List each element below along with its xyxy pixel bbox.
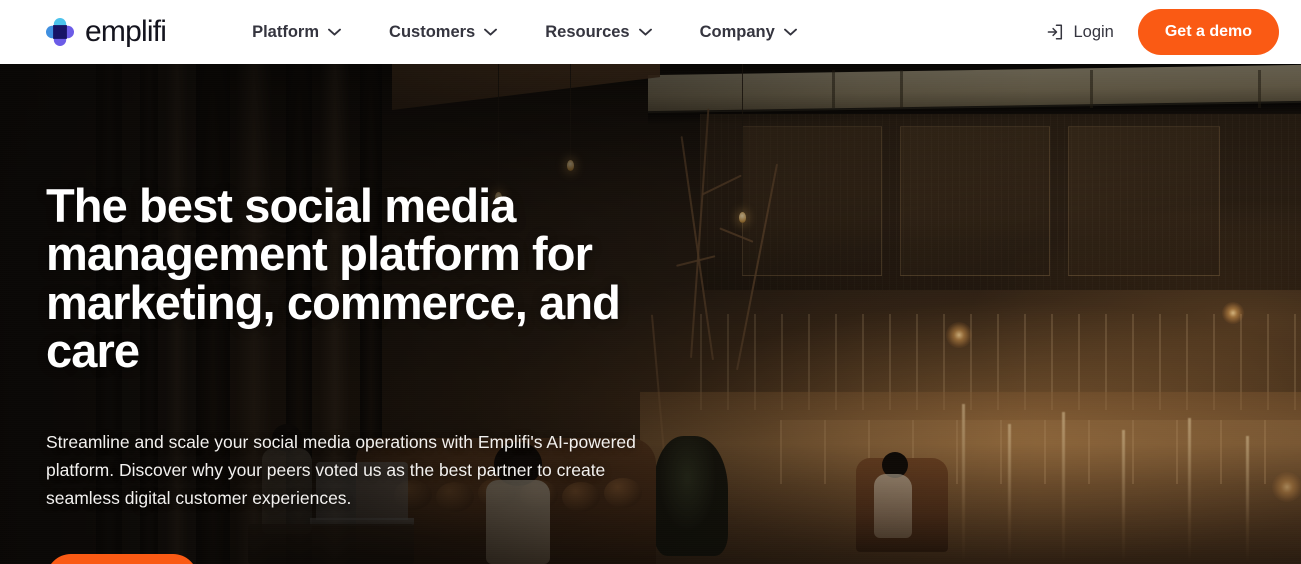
hero-content: The best social media management platfor… bbox=[46, 128, 666, 564]
login-icon bbox=[1048, 24, 1063, 40]
chevron-down-icon bbox=[783, 28, 797, 36]
nav-item-platform[interactable]: Platform bbox=[252, 24, 341, 41]
hero-section: The best social media management platfor… bbox=[0, 64, 1301, 564]
nav-item-company[interactable]: Company bbox=[700, 24, 797, 41]
get-a-demo-button-header[interactable]: Get a demo bbox=[1137, 9, 1279, 55]
nav-label: Platform bbox=[252, 22, 320, 41]
nav-label: Resources bbox=[545, 22, 630, 41]
emplifi-clover-logo-icon bbox=[46, 18, 74, 46]
chevron-down-icon bbox=[484, 28, 498, 36]
header-actions: Login Get a demo bbox=[1045, 9, 1279, 55]
site-header: emplifi Platform Customers Resources Com… bbox=[0, 0, 1301, 64]
login-label: Login bbox=[1073, 22, 1114, 41]
nav-label: Customers bbox=[389, 22, 476, 41]
brand-logo-link[interactable]: emplifi bbox=[46, 15, 167, 48]
login-link[interactable]: Login bbox=[1045, 22, 1114, 42]
nav-item-customers[interactable]: Customers bbox=[389, 22, 498, 41]
brand-name: emplifi bbox=[85, 15, 167, 48]
landing-page: emplifi Platform Customers Resources Com… bbox=[0, 0, 1301, 564]
nav-item-resources[interactable]: Resources bbox=[545, 22, 652, 41]
hero-subheadline: Streamline and scale your social media o… bbox=[46, 431, 636, 509]
main-navigation: Platform Customers Resources Company bbox=[252, 24, 797, 41]
nav-label: Company bbox=[699, 22, 775, 41]
hero-headline: The best social media management platfor… bbox=[46, 179, 621, 378]
chevron-down-icon bbox=[638, 28, 652, 36]
chevron-down-icon bbox=[328, 28, 341, 36]
get-a-demo-button-hero[interactable]: Get a demo bbox=[46, 553, 198, 564]
